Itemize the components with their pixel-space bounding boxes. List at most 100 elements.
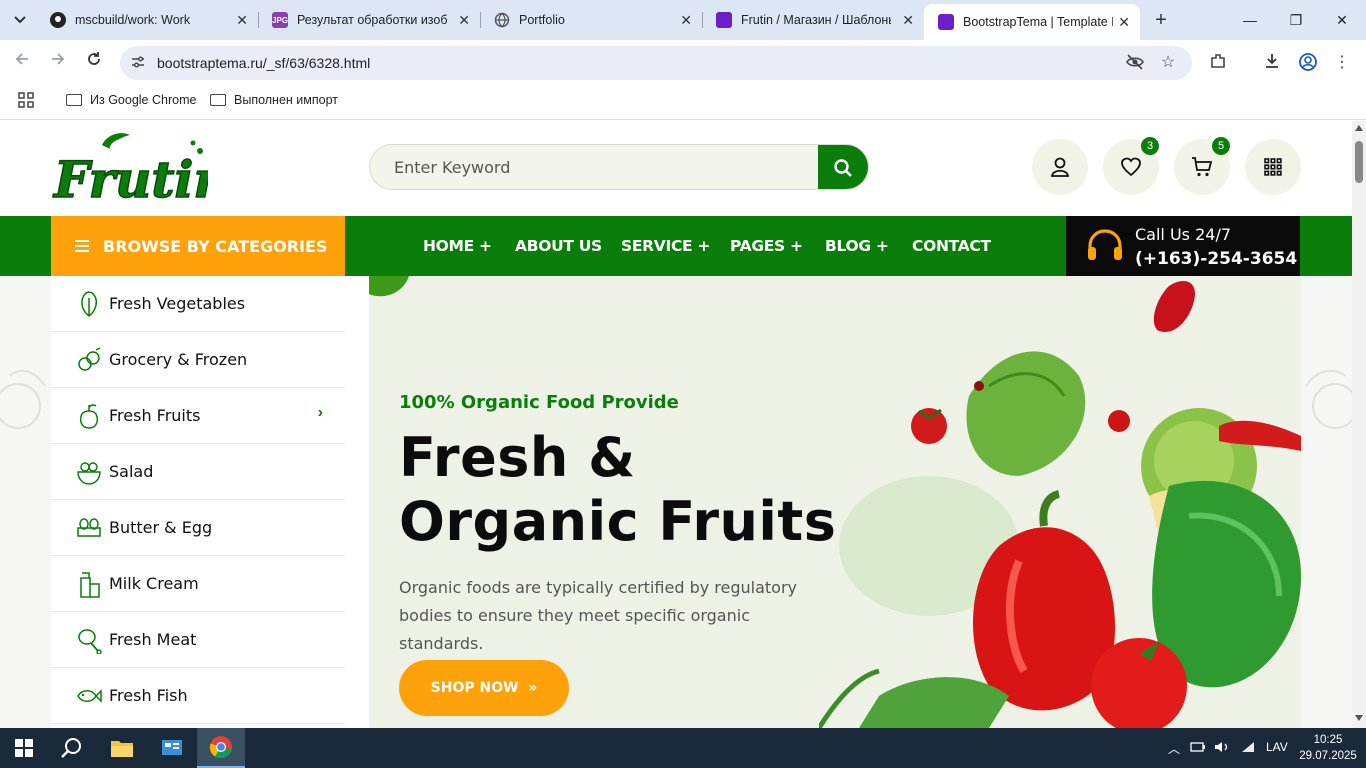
close-window-button[interactable]: ✕ xyxy=(1330,8,1354,32)
star-icon[interactable]: ☆ xyxy=(1157,52,1179,74)
cart-count-badge: 5 xyxy=(1212,137,1230,155)
taskbar-app-button[interactable] xyxy=(148,728,196,768)
back-button[interactable] xyxy=(10,51,34,75)
reload-button[interactable] xyxy=(82,51,106,75)
folder-icon xyxy=(111,741,133,757)
phone-number: (+163)-254-3654 xyxy=(1135,249,1298,269)
nav-blog[interactable]: BLOG + xyxy=(825,237,889,255)
taskbar-search-button[interactable] xyxy=(48,728,96,768)
user-icon xyxy=(1050,157,1070,177)
vegetable-icon xyxy=(81,291,98,317)
category-list: Fresh Vegetables Grocery & Frozen Fresh … xyxy=(51,276,345,728)
browse-categories-button[interactable]: BROWSE BY CATEGORIES xyxy=(51,216,345,276)
battery-icon[interactable] xyxy=(1190,740,1206,757)
grid-menu-button[interactable] xyxy=(1245,139,1301,195)
shop-now-button[interactable]: SHOP NOW » xyxy=(399,660,569,716)
leaf-decoration xyxy=(369,276,409,297)
clock[interactable]: 10:25 29.07.2025 xyxy=(1296,732,1360,764)
nav-pages[interactable]: PAGES + xyxy=(730,237,803,255)
right-decoration xyxy=(1301,276,1352,728)
category-fresh-vegetables[interactable]: Fresh Vegetables xyxy=(51,276,345,332)
fruit-icon xyxy=(79,404,99,429)
bookmark-folder-import[interactable]: Выполнен импорт xyxy=(210,93,338,107)
download-icon[interactable] xyxy=(1261,52,1283,74)
meat-icon xyxy=(78,629,102,654)
category-milk-cream[interactable]: Milk Cream xyxy=(51,556,345,612)
category-label: Fresh Meat xyxy=(109,630,197,649)
tab-frutin[interactable]: Frutin / Магазин / Шаблоны ✕ xyxy=(702,0,924,40)
language-indicator[interactable]: LAV xyxy=(1266,740,1288,754)
hero-banner: 100% Organic Food Provide Fresh & Organi… xyxy=(369,276,1301,728)
category-label: Salad xyxy=(109,462,154,481)
scroll-up-icon[interactable] xyxy=(1355,125,1363,131)
category-fresh-meat[interactable]: Fresh Meat xyxy=(51,612,345,668)
profile-icon[interactable] xyxy=(1297,52,1319,74)
fish-icon xyxy=(77,689,102,703)
chevron-right-icon[interactable]: › xyxy=(318,404,323,422)
new-tab-button[interactable]: + xyxy=(1150,9,1172,31)
file-explorer-button[interactable] xyxy=(98,728,146,768)
extensions-icon[interactable] xyxy=(1207,52,1229,74)
jpg-icon: JPG xyxy=(272,12,288,28)
show-hidden-icons[interactable]: ︿ xyxy=(1168,740,1180,757)
restore-button[interactable]: ❐ xyxy=(1284,8,1308,32)
shop-now-label: SHOP NOW xyxy=(430,680,519,696)
milk-icon xyxy=(80,572,100,598)
tab-portfolio[interactable]: Portfolio ✕ xyxy=(480,0,703,40)
tab-bootstraptema[interactable]: BootstrapTema | Template Bo ✕ xyxy=(924,4,1140,40)
cart-button[interactable]: 5 xyxy=(1174,137,1230,195)
tab-github[interactable]: mscbuild/work: Work ✕ xyxy=(36,0,259,40)
close-icon[interactable]: ✕ xyxy=(458,12,470,28)
bootstrap-icon xyxy=(716,12,732,28)
tab-jpg[interactable]: JPG Результат обработки изобр ✕ xyxy=(258,0,481,40)
apps-icon[interactable] xyxy=(18,92,34,108)
wishlist-button[interactable]: 3 xyxy=(1103,137,1159,195)
bookmark-folder-chrome[interactable]: Из Google Chrome xyxy=(66,93,196,107)
site-logo[interactable]: Frutin xyxy=(51,131,231,210)
left-decoration xyxy=(0,276,51,728)
search-input[interactable]: Enter Keyword xyxy=(394,158,510,177)
volume-icon[interactable] xyxy=(1214,740,1230,757)
hero-description: Organic foods are typically certified by… xyxy=(399,578,797,653)
headphones-icon xyxy=(1088,229,1122,260)
nav-about[interactable]: ABOUT US xyxy=(515,237,602,255)
start-button[interactable] xyxy=(0,728,48,768)
close-icon[interactable]: ✕ xyxy=(680,12,692,28)
url-text: bootstraptema.ru/_sf/63/6328.html xyxy=(157,55,371,71)
forward-button[interactable] xyxy=(46,51,70,75)
category-grocery-frozen[interactable]: Grocery & Frozen xyxy=(51,332,345,388)
close-icon[interactable]: ✕ xyxy=(902,12,914,28)
search-button[interactable] xyxy=(818,145,868,189)
wifi-icon[interactable] xyxy=(1240,740,1256,757)
globe-icon xyxy=(494,12,510,28)
category-salad[interactable]: Salad xyxy=(51,444,345,500)
hero-title: Fresh & Organic Fruits xyxy=(399,426,837,553)
category-butter-egg[interactable]: Butter & Egg xyxy=(51,500,345,556)
address-bar[interactable]: bootstraptema.ru/_sf/63/6328.html xyxy=(120,46,1192,80)
category-fresh-fruits[interactable]: Fresh Fruits › xyxy=(51,388,345,444)
search-icon xyxy=(61,738,81,758)
chrome-icon xyxy=(209,736,232,759)
site-info-icon[interactable] xyxy=(130,54,146,73)
category-fresh-fish[interactable]: Fresh Fish xyxy=(51,668,345,724)
nav-home[interactable]: HOME + xyxy=(423,237,492,255)
nav-service[interactable]: SERVICE + xyxy=(621,237,710,255)
tab-strip: mscbuild/work: Work ✕ JPG Результат обра… xyxy=(0,0,1366,40)
call-us-box[interactable]: Call Us 24/7 (+163)-254-3654 xyxy=(1066,216,1300,276)
minimize-button[interactable]: — xyxy=(1238,8,1262,32)
page-scrollbar[interactable] xyxy=(1352,121,1366,728)
salad-icon xyxy=(77,462,101,485)
scroll-down-icon[interactable] xyxy=(1355,715,1363,721)
close-icon[interactable]: ✕ xyxy=(236,12,248,28)
menu-icon[interactable]: ⋮ xyxy=(1331,52,1353,74)
account-button[interactable] xyxy=(1032,139,1088,195)
cart-icon xyxy=(1192,157,1213,177)
tab-search-dropdown[interactable] xyxy=(6,6,34,34)
nav-contact[interactable]: CONTACT xyxy=(912,237,991,255)
close-icon[interactable]: ✕ xyxy=(1118,14,1130,30)
heart-icon xyxy=(1121,157,1141,177)
clock-date: 29.07.2025 xyxy=(1299,750,1357,762)
scrollbar-thumb[interactable] xyxy=(1355,141,1363,183)
chrome-taskbar-button[interactable] xyxy=(197,728,245,768)
eye-off-icon[interactable] xyxy=(1124,52,1146,74)
